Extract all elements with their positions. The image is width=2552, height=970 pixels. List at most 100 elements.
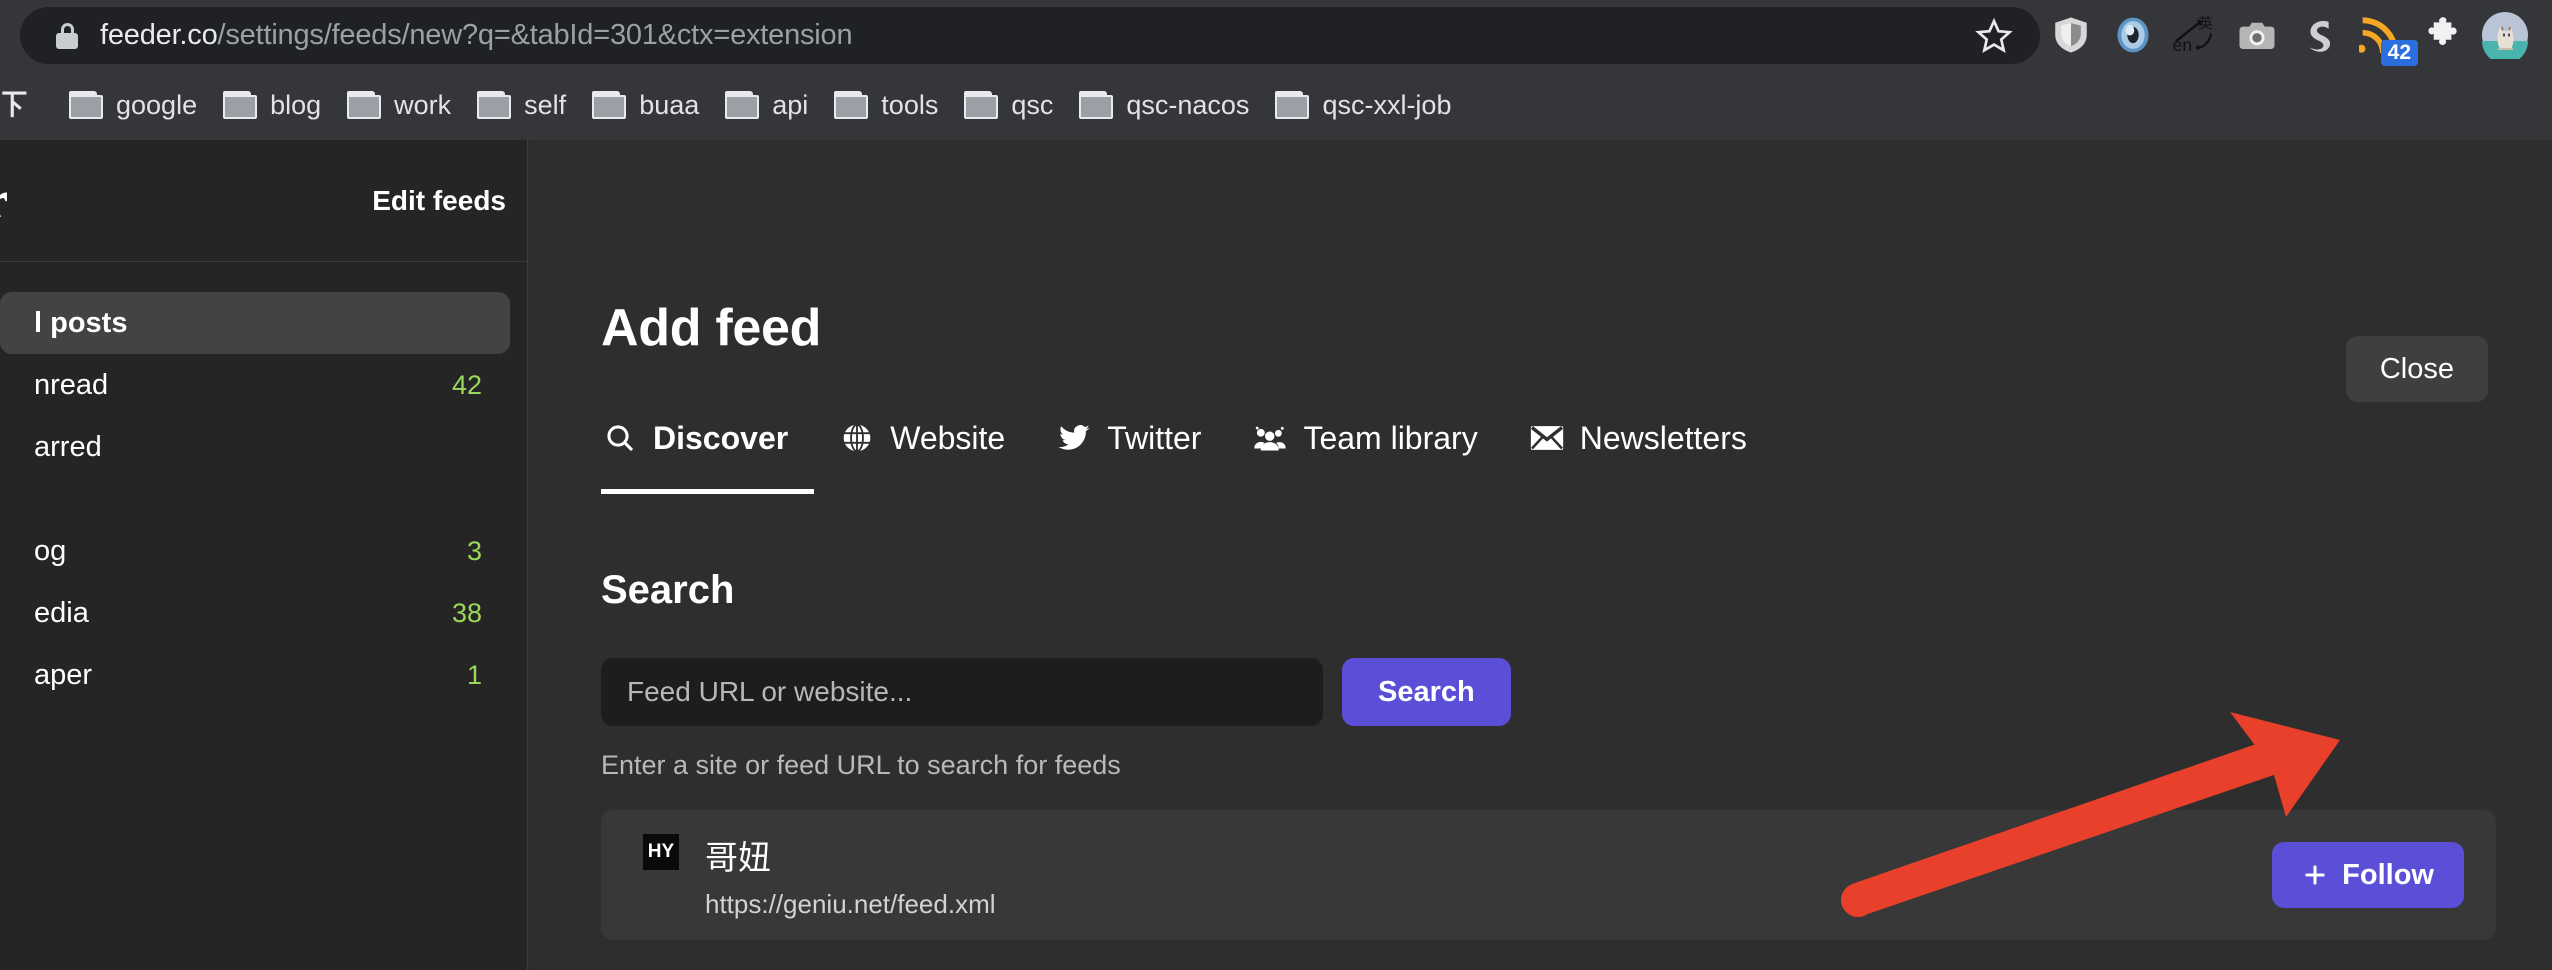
edit-feeds-button[interactable]: Edit feeds (372, 185, 506, 217)
feeder-rss-icon[interactable]: 42 (2350, 4, 2418, 66)
sidebar-nav-list: l posts nread 42 arred og 3 edia 38 aper (0, 292, 528, 706)
sidebar-item-unread[interactable]: nread 42 (0, 354, 510, 416)
translate-en-icon[interactable]: en 英 (2164, 4, 2226, 66)
sidebar-item-label: nread (34, 368, 109, 401)
search-heading: Search (601, 568, 735, 612)
sidebar-header: der Edit feeds (0, 140, 528, 262)
address-bar[interactable]: feeder.co/settings/feeds/new?q=&tabId=30… (20, 7, 2040, 64)
bookmark-item-clipped[interactable] (0, 81, 56, 129)
folder-icon (223, 91, 258, 119)
feeder-logo: der (0, 171, 8, 230)
sidebar-item-all-posts[interactable]: l posts (0, 292, 510, 354)
url-path: /settings/feeds/new?q=&tabId=301&ctx=ext… (217, 19, 853, 51)
sidebar-item-blog[interactable]: og 3 (0, 520, 510, 582)
feed-result-row[interactable]: HY 哥妞 https://geniu.net/feed.xml Follow (601, 810, 2496, 940)
folder-icon (725, 91, 760, 119)
sidebar-item-paper[interactable]: aper 1 (0, 644, 510, 706)
folder-icon (592, 91, 627, 119)
grey-s-extension-icon[interactable] (2288, 4, 2350, 66)
bookmark-folder-work[interactable]: work (334, 81, 464, 129)
screenshot-camera-icon[interactable] (2226, 4, 2288, 66)
bookmark-folder-qsc-nacos[interactable]: qsc-nacos (1066, 81, 1262, 129)
bookmark-label: qsc (1011, 89, 1054, 120)
sidebar-item-count: 3 (466, 535, 482, 566)
sidebar-item-starred[interactable]: arred (0, 416, 510, 478)
browser-toolbar-actions: en 英 42 (2040, 0, 2552, 70)
sidebar-item-label: edia (34, 596, 89, 629)
globe-icon (840, 421, 874, 455)
tab-label: Discover (653, 419, 789, 456)
bookmark-label: api (772, 89, 809, 120)
sidebar-divider-gap (0, 478, 528, 520)
folder-icon (834, 91, 869, 119)
tab-team-library[interactable]: Team library (1227, 410, 1503, 466)
bookmark-folder-tools[interactable]: tools (821, 81, 951, 129)
bookmark-folder-google[interactable]: google (56, 81, 210, 129)
search-input[interactable] (601, 658, 1323, 726)
bookmark-label: google (116, 89, 198, 120)
tab-label: Twitter (1107, 419, 1202, 456)
folder-icon (69, 91, 103, 119)
folder-icon (1275, 91, 1310, 119)
envelope-icon (1530, 421, 1564, 455)
search-row: Search (601, 658, 1511, 726)
profile-avatar[interactable] (2474, 4, 2536, 66)
sidebar-item-count: 42 (451, 369, 482, 400)
feeder-app: der Edit feeds l posts nread 42 arred og… (0, 140, 2552, 970)
folder-icon (1079, 91, 1114, 119)
extensions-puzzle-icon[interactable] (2412, 4, 2474, 66)
tab-bar: Discover Website Twitter Team library Ne… (601, 410, 1773, 500)
star-outline-icon[interactable] (1966, 15, 2022, 56)
tab-label: Team library (1303, 419, 1478, 456)
sidebar-item-count: 1 (466, 659, 482, 690)
bookmark-label: blog (270, 89, 322, 120)
browser-chrome: feeder.co/settings/feeds/new?q=&tabId=30… (0, 0, 2552, 140)
bookmark-page-icon (0, 86, 30, 125)
bookmark-label: qsc-xxl-job (1322, 89, 1452, 120)
tab-label: Newsletters (1579, 419, 1747, 456)
bookmark-label: tools (881, 89, 939, 120)
follow-button-label: Follow (2342, 858, 2434, 891)
twitter-bird-icon (1057, 421, 1091, 455)
svg-text:en: en (2173, 35, 2193, 55)
url-host: feeder.co (100, 19, 218, 51)
omnibox-row: feeder.co/settings/feeds/new?q=&tabId=30… (0, 0, 2552, 70)
feed-favicon: HY (643, 834, 679, 870)
page-title: Add feed (601, 299, 822, 357)
bookmark-label: buaa (639, 89, 700, 120)
sidebar-item-label: arred (34, 430, 102, 463)
tab-website[interactable]: Website (814, 410, 1031, 466)
sidebar-item-count: 38 (451, 597, 482, 628)
bookmarks-bar: google blog work self buaa api tools qsc… (0, 70, 2552, 140)
bookmark-folder-qsc-xxl-job[interactable]: qsc-xxl-job (1262, 81, 1464, 129)
plus-icon (2302, 862, 2328, 888)
search-button[interactable]: Search (1342, 658, 1511, 726)
tab-label: Website (890, 419, 1006, 456)
follow-button[interactable]: Follow (2272, 842, 2464, 908)
bookmark-folder-api[interactable]: api (712, 81, 821, 129)
bookmark-label: qsc-nacos (1126, 89, 1250, 120)
sidebar: der Edit feeds l posts nread 42 arred og… (0, 140, 528, 970)
bookmark-label: work (394, 89, 452, 120)
folder-icon (477, 91, 512, 119)
bookmark-folder-blog[interactable]: blog (210, 81, 334, 129)
bookmark-folder-qsc[interactable]: qsc (951, 81, 1066, 129)
sidebar-item-label: l posts (34, 306, 128, 339)
tab-twitter[interactable]: Twitter (1031, 410, 1227, 466)
bitwarden-shield-icon[interactable] (2040, 4, 2102, 66)
bookmark-folder-buaa[interactable]: buaa (579, 81, 712, 129)
main-panel: Add feed Close Discover Website Twitter … (529, 140, 2552, 970)
bookmark-label: self (524, 89, 567, 120)
feed-title: 哥妞 (705, 838, 771, 876)
close-button[interactable]: Close (2345, 336, 2488, 402)
sidebar-item-label: aper (34, 658, 93, 691)
tab-newsletters[interactable]: Newsletters (1504, 410, 1773, 466)
sidebar-item-label: og (34, 534, 67, 567)
bookmark-folder-self[interactable]: self (464, 81, 579, 129)
blue-ring-extension-icon[interactable] (2102, 4, 2164, 66)
sidebar-item-media[interactable]: edia 38 (0, 582, 510, 644)
people-group-icon (1253, 421, 1287, 455)
folder-icon (347, 91, 382, 119)
url-text: feeder.co/settings/feeds/new?q=&tabId=30… (100, 19, 853, 52)
tab-discover[interactable]: Discover (601, 410, 815, 494)
